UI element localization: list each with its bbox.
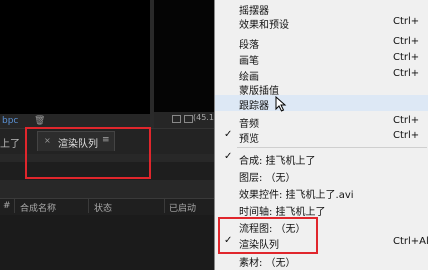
- menu-item-brushes[interactable]: 画笔 Ctrl+: [215, 50, 428, 67]
- menu-item-mask-interpolation[interactable]: 蒙版插值: [215, 80, 428, 97]
- check-icon: ✓: [224, 151, 233, 162]
- menu-item-footage[interactable]: 素材: （无）: [215, 252, 428, 269]
- menu-item-composition[interactable]: ✓ 合成: 挂飞机上了: [215, 150, 428, 167]
- bpc-indicator[interactable]: bpc: [0, 114, 150, 128]
- tab-timeline[interactable]: 上了: [0, 135, 20, 150]
- column-divider: [88, 199, 89, 213]
- menu-item-effect-controls[interactable]: 效果控件: 挂飞机上了.avi: [215, 184, 428, 201]
- mouse-cursor-icon: [275, 96, 287, 112]
- secondary-viewer: [154, 0, 214, 112]
- menu-item-paragraph[interactable]: 段落 Ctrl+: [215, 34, 428, 51]
- composition-viewer: [0, 0, 150, 128]
- column-divider: [164, 199, 165, 213]
- check-icon: ✓: [224, 129, 233, 140]
- menu-separator: [237, 147, 427, 148]
- zoom-level[interactable]: (45.1: [193, 113, 214, 122]
- snapshot-icon[interactable]: [172, 115, 181, 123]
- menu-item-layer[interactable]: 图层: （无）: [215, 167, 428, 184]
- col-hash[interactable]: #: [3, 201, 11, 211]
- trash-icon[interactable]: 🗑: [34, 116, 45, 126]
- monitor-icon[interactable]: [184, 115, 193, 123]
- column-divider: [14, 199, 15, 213]
- annotation-box-menu-item: [218, 217, 318, 254]
- col-started[interactable]: 已启动: [169, 201, 196, 214]
- col-comp-name[interactable]: 合成名称: [20, 201, 56, 214]
- bpc-label: bpc: [2, 116, 19, 126]
- menu-item-preview[interactable]: ✓ 预览 Ctrl+: [215, 128, 428, 145]
- menu-item-audio[interactable]: 音频 Ctrl+: [215, 113, 428, 130]
- render-queue-list: [0, 215, 214, 270]
- col-status[interactable]: 状态: [94, 201, 112, 214]
- menu-item-timeline[interactable]: 时间轴: 挂飞机上了: [215, 201, 428, 218]
- annotation-box-tab: [25, 127, 151, 179]
- menu-item-tracker[interactable]: 跟踪器: [215, 95, 428, 112]
- menu-item-effects-presets[interactable]: 效果和预设 Ctrl+: [215, 14, 428, 31]
